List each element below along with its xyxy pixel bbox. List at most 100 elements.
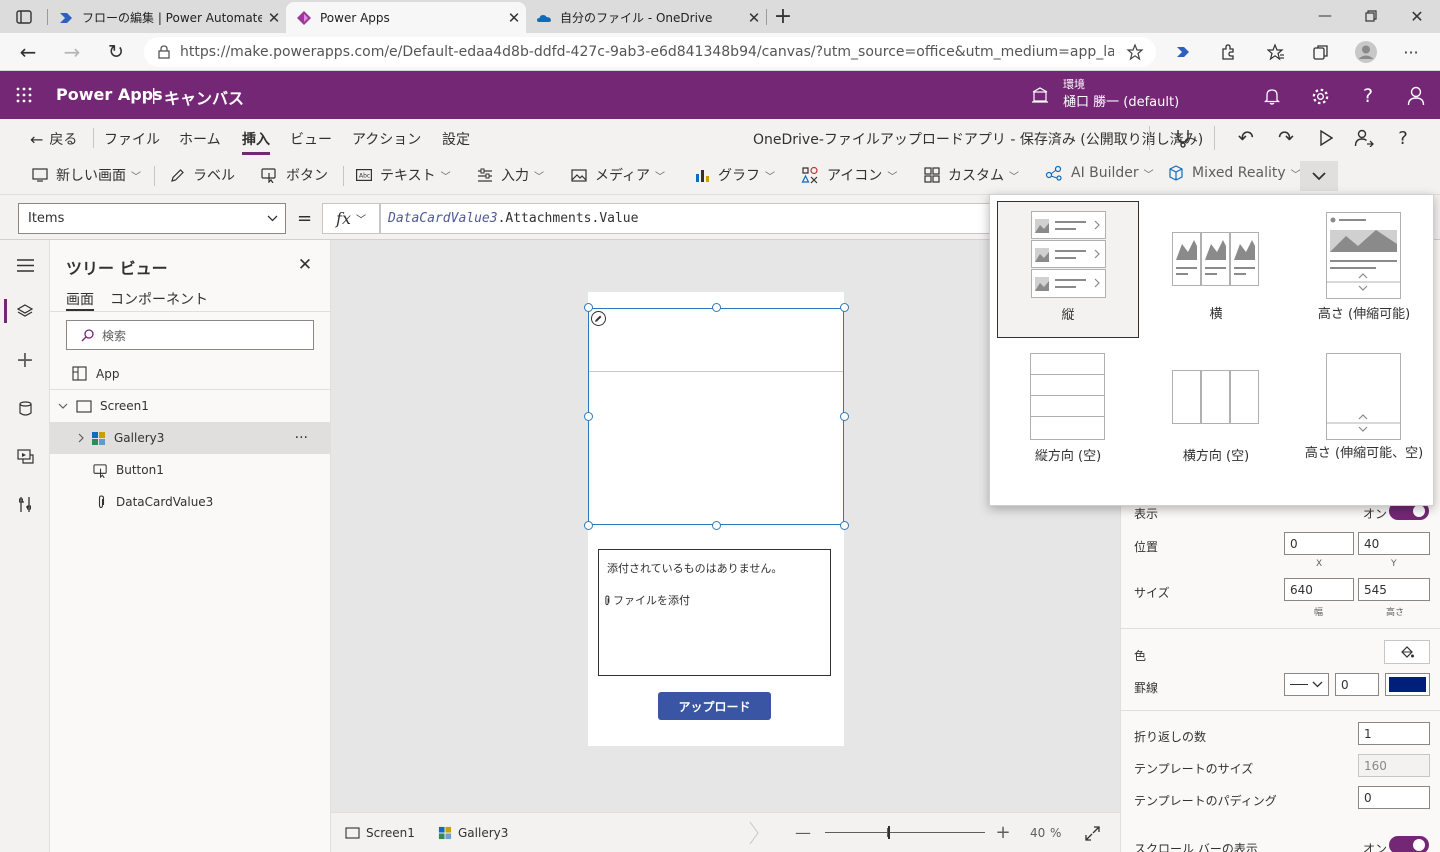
menu-home[interactable]: ホーム: [179, 129, 221, 149]
template-size-input[interactable]: 160: [1358, 754, 1430, 777]
window-close-icon[interactable]: ✕: [1404, 5, 1430, 27]
zoom-slider-thumb[interactable]: [888, 826, 890, 839]
insert-chart[interactable]: グラフ ﹀: [694, 165, 775, 185]
zoom-in-icon[interactable]: +: [995, 822, 1011, 843]
help-icon[interactable]: ?: [1390, 126, 1416, 150]
close-icon[interactable]: ✕: [742, 9, 766, 27]
url-field[interactable]: https://make.powerapps.com/e/Default-eda…: [144, 37, 1156, 67]
close-icon[interactable]: ✕: [262, 9, 286, 27]
attach-file-link[interactable]: ファイルを添付: [604, 592, 690, 608]
hamburger-menu-icon[interactable]: [12, 253, 38, 277]
media-icon[interactable]: [12, 444, 38, 468]
insert-input[interactable]: 入力 ﹀: [477, 165, 544, 185]
insert-media[interactable]: メディア ﹀: [571, 165, 665, 185]
resize-handle[interactable]: [840, 521, 849, 530]
help-icon[interactable]: ?: [1356, 84, 1380, 108]
forward-arrow-icon[interactable]: →: [58, 40, 86, 64]
close-icon[interactable]: ✕: [502, 9, 526, 27]
share-user-icon[interactable]: [1351, 126, 1377, 150]
settings-gear-icon[interactable]: [1308, 84, 1332, 108]
gallery-selection[interactable]: [588, 308, 844, 525]
position-y-input[interactable]: 40: [1358, 532, 1430, 555]
collections-icon[interactable]: [1308, 40, 1334, 64]
close-icon[interactable]: ✕: [293, 253, 317, 277]
tree-node-button1[interactable]: Button1: [50, 454, 330, 486]
insert-mixed-reality[interactable]: Mixed Reality ﹀: [1168, 165, 1301, 181]
advanced-tools-icon[interactable]: [12, 492, 38, 516]
back-button[interactable]: ← 戻る: [30, 129, 77, 149]
menu-insert[interactable]: 挿入: [242, 129, 270, 149]
chevron-down-icon[interactable]: [58, 403, 68, 410]
insert-new-screen[interactable]: 新しい画面 ﹀: [32, 165, 141, 185]
back-arrow-icon[interactable]: ←: [14, 40, 42, 64]
ribbon-overflow-chevron-icon[interactable]: [1300, 161, 1338, 191]
insert-text[interactable]: Abc テキスト ﹀: [356, 165, 451, 185]
tree-view-layers-icon[interactable]: [12, 299, 38, 323]
refresh-icon[interactable]: ↻: [102, 40, 130, 64]
resize-handle[interactable]: [712, 303, 721, 312]
app-screen-preview[interactable]: 添付されているものはありません。 ファイルを添付 アップロード: [588, 292, 844, 746]
tab-components[interactable]: コンポーネント: [110, 289, 208, 309]
breadcrumb-gallery3[interactable]: Gallery3: [438, 826, 508, 840]
property-dropdown[interactable]: Items: [18, 203, 286, 234]
data-cylinder-icon[interactable]: [12, 396, 38, 420]
browser-menu-icon[interactable]: ···: [1398, 40, 1424, 64]
insert-label[interactable]: ラベル: [170, 165, 235, 185]
insert-custom[interactable]: カスタム ﹀: [924, 165, 1019, 185]
attachments-control[interactable]: 添付されているものはありません。 ファイルを添付: [598, 549, 831, 676]
edit-template-pencil-icon[interactable]: [591, 311, 606, 326]
browser-tab-power-apps[interactable]: Power Apps ✕: [286, 2, 526, 33]
menu-view[interactable]: ビュー: [290, 129, 332, 149]
border-color-picker[interactable]: [1385, 673, 1430, 696]
browser-tab-onedrive[interactable]: 自分のファイル - OneDrive ✕: [526, 2, 766, 33]
tree-search-input[interactable]: 検索: [66, 320, 314, 350]
account-icon[interactable]: [1404, 84, 1428, 108]
extensions-icon[interactable]: [1215, 40, 1241, 64]
resize-handle[interactable]: [840, 412, 849, 421]
tree-node-gallery3[interactable]: Gallery3 ···: [50, 422, 330, 454]
insert-icon[interactable]: アイコン ﹀: [801, 165, 897, 185]
fit-to-window-icon[interactable]: [1082, 823, 1102, 843]
gallery-option-flexible-height[interactable]: 高さ (伸縮可能): [1293, 201, 1435, 338]
minimize-icon[interactable]: —: [1312, 5, 1338, 27]
undo-icon[interactable]: ↶: [1233, 126, 1259, 150]
insert-ai-builder[interactable]: AI Builder ﹀: [1045, 165, 1154, 181]
fill-color-picker[interactable]: [1384, 640, 1430, 664]
resize-handle[interactable]: [584, 412, 593, 421]
border-style-dropdown[interactable]: [1284, 673, 1329, 696]
position-x-input[interactable]: 0: [1284, 532, 1354, 555]
tree-node-app[interactable]: App: [50, 358, 330, 390]
menu-file[interactable]: ファイル: [104, 129, 160, 149]
tree-node-screen1[interactable]: Screen1: [50, 390, 330, 422]
resize-handle[interactable]: [584, 521, 593, 530]
menu-action[interactable]: アクション: [352, 129, 421, 149]
more-options-icon[interactable]: ···: [295, 430, 308, 446]
resize-handle[interactable]: [840, 303, 849, 312]
scrollbar-toggle[interactable]: [1389, 836, 1429, 852]
upload-button[interactable]: アップロード: [658, 692, 771, 720]
gallery-option-horizontal[interactable]: 横: [1145, 201, 1287, 338]
gallery-option-vertical[interactable]: 縦: [997, 201, 1139, 338]
width-input[interactable]: 640: [1284, 578, 1354, 601]
menu-settings[interactable]: 設定: [442, 129, 470, 149]
notification-bell-icon[interactable]: [1260, 84, 1284, 108]
chevron-right-icon[interactable]: [78, 433, 85, 443]
resize-handle[interactable]: [712, 521, 721, 530]
template-padding-input[interactable]: 0: [1358, 786, 1430, 809]
power-automate-extension-icon[interactable]: [1170, 40, 1196, 64]
tree-node-datacardvalue3[interactable]: DataCardValue3: [50, 486, 330, 518]
new-tab-icon[interactable]: +: [770, 4, 796, 29]
tab-screens[interactable]: 画面: [66, 289, 94, 309]
add-favorite-icon[interactable]: [1126, 43, 1144, 61]
resize-handle[interactable]: [584, 303, 593, 312]
insert-plus-icon[interactable]: +: [12, 348, 38, 373]
environment-name[interactable]: 樋口 勝一 (default): [1063, 91, 1179, 110]
play-preview-icon[interactable]: [1313, 126, 1339, 150]
browser-tab-power-automate[interactable]: フローの編集 | Power Automate ✕: [48, 2, 286, 33]
gallery-option-flexible-height-blank[interactable]: 高さ (伸縮可能、空): [1293, 343, 1435, 480]
height-input[interactable]: 545: [1358, 578, 1430, 601]
insert-button[interactable]: ボタン: [261, 165, 328, 185]
formula-input[interactable]: DataCardValue3 .Attachments.Value: [380, 203, 1000, 234]
profile-avatar[interactable]: [1353, 39, 1379, 65]
wrap-count-input[interactable]: 1: [1358, 722, 1430, 745]
